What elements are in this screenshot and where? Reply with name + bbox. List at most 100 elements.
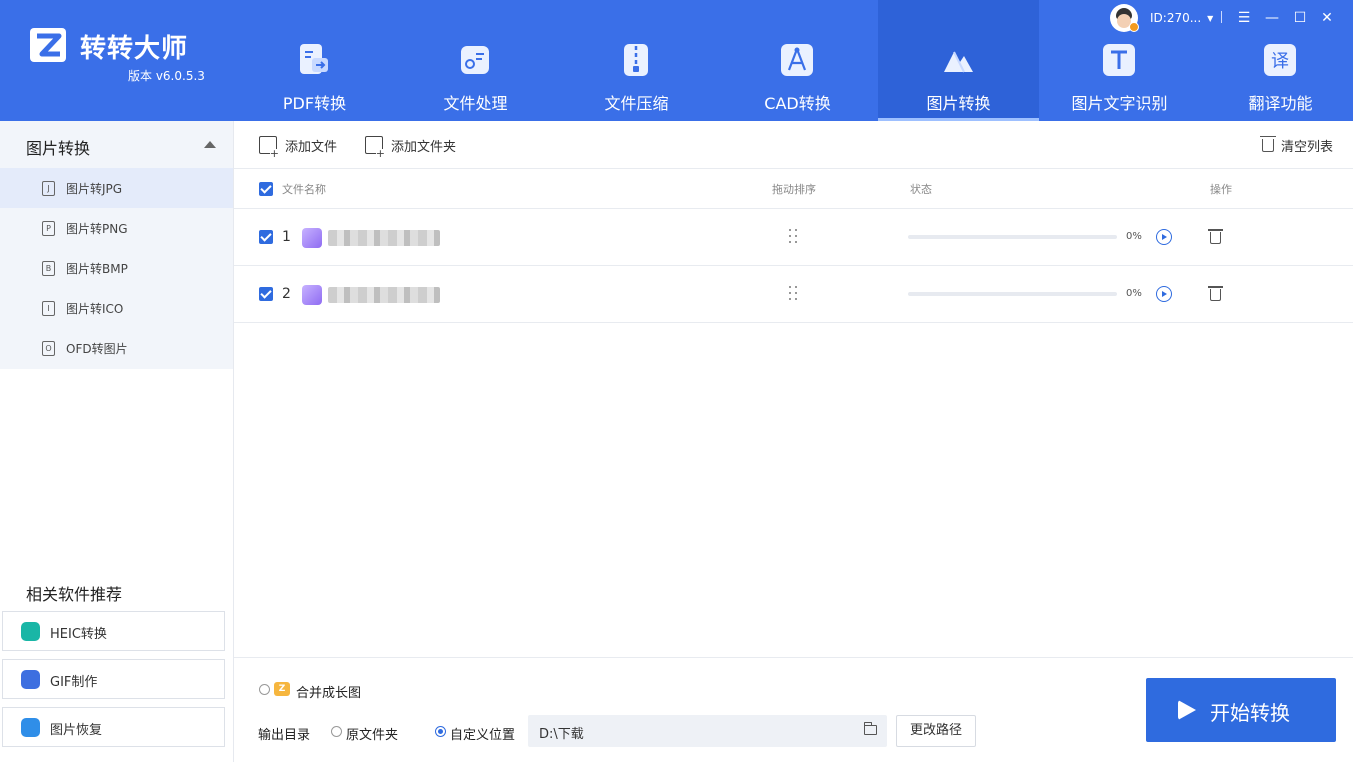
output-path-value: D:\下载 [539,727,584,742]
clear-list-label: 清空列表 [1281,139,1334,155]
chevron-up-icon[interactable] [204,141,216,148]
merge-long-image-radio[interactable] [259,684,270,695]
sidebar-item-image-to-png[interactable]: P 图片转PNG [0,208,233,248]
cad-convert-icon [781,44,813,76]
progress-percent: 0% [1126,288,1142,299]
merge-badge-icon: Z [274,682,290,696]
tab-label: 图片转换 [926,94,991,113]
change-path-button[interactable]: 更改路径 [896,715,976,747]
tab-pdf-convert[interactable]: PDF转换 [234,0,395,121]
tab-cad-convert[interactable]: CAD转换 [717,0,878,121]
clear-list-button[interactable]: 清空列表 [1260,135,1334,155]
add-folder-button[interactable]: 添加文件夹 [365,134,457,159]
folder-open-icon[interactable] [864,722,877,735]
merge-long-image-label: 合并成长图 [296,686,362,701]
divider [234,265,1353,266]
svg-text:译: 译 [1271,51,1289,72]
column-header-action: 操作 [1210,183,1232,196]
sidebar-item-image-to-bmp[interactable]: B 图片转BMP [0,248,233,288]
app-name: 转转大师 [80,34,189,64]
tab-label: 图片文字识别 [1071,94,1168,113]
add-folder-icon [365,136,385,159]
trash-icon [1260,135,1276,152]
delete-icon[interactable] [1208,286,1223,301]
chevron-down-icon[interactable]: ▼ [1207,14,1213,23]
play-icon[interactable] [1156,229,1172,245]
column-header-status: 状态 [910,183,932,196]
add-file-button[interactable]: 添加文件 [259,134,337,159]
recommend-label: HEIC转换 [50,627,107,642]
ico-file-icon: I [42,301,55,316]
ofd-file-icon: O [42,341,55,356]
output-dir-label: 输出目录 [258,728,311,743]
sidebar-group-title[interactable]: 图片转换 [26,135,90,159]
file-name-redacted [328,230,440,246]
start-convert-button[interactable]: 开始转换 [1146,678,1336,742]
original-folder-radio[interactable] [331,726,342,737]
custom-location-label: 自定义位置 [450,728,516,743]
play-icon [1178,700,1196,720]
start-convert-label: 开始转换 [1210,701,1290,725]
sidebar-item-ofd-to-image[interactable]: O OFD转图片 [0,328,233,368]
divider [234,657,1353,658]
image-file-icon [302,228,322,248]
maximize-icon[interactable]: ☐ [1291,8,1309,28]
progress-percent: 0% [1126,231,1142,242]
file-name-redacted [328,287,440,303]
logo-z-icon [30,28,66,62]
sidebar-group-image-convert: 图片转换 J 图片转JPG P 图片转PNG B 图片转BMP I 图片转ICO… [0,121,233,369]
app-version: 版本 v6.0.5.3 [128,69,205,83]
pdf-convert-icon [300,44,328,74]
column-header-name: 文件名称 [282,183,326,196]
progress-bar [908,292,1117,296]
heic-icon [21,622,40,641]
row-checkbox[interactable] [259,287,273,301]
menu-icon[interactable]: ☰ [1235,8,1253,28]
sidebar: 图片转换 J 图片转JPG P 图片转PNG B 图片转BMP I 图片转ICO… [0,121,234,762]
recommend-item-heic[interactable]: HEIC转换 [2,611,225,651]
sidebar-item-label: OFD转图片 [66,342,128,356]
png-file-icon: P [42,221,55,236]
image-convert-icon [944,51,973,73]
tab-label: 文件压缩 [604,94,669,113]
sidebar-item-label: 图片转JPG [66,182,123,196]
recommend-label: GIF制作 [50,675,98,690]
add-folder-label: 添加文件夹 [391,139,457,155]
add-file-icon [259,136,279,159]
recommend-title: 相关软件推荐 [26,585,123,604]
drag-handle-icon[interactable] [789,286,799,302]
close-icon[interactable]: ✕ [1318,8,1336,28]
file-compress-icon [624,44,648,76]
tab-label: 文件处理 [443,94,508,113]
user-id: ID:270... [1150,11,1202,25]
vip-badge-icon [1129,22,1139,32]
sidebar-item-label: 图片转PNG [66,222,128,236]
recommend-label: 图片恢复 [50,723,103,738]
tab-file-compress[interactable]: 文件压缩 [556,0,717,121]
sidebar-item-image-to-jpg[interactable]: J 图片转JPG [0,168,233,208]
delete-icon[interactable] [1208,229,1223,244]
user-menu[interactable]: ID:270... ▼ [1110,4,1213,32]
play-icon[interactable] [1156,286,1172,302]
translate-icon: 译 [1264,44,1296,76]
select-all-checkbox[interactable] [259,182,273,196]
sidebar-item-image-to-ico[interactable]: I 图片转ICO [0,288,233,328]
custom-location-radio[interactable] [435,726,446,737]
row-checkbox[interactable] [259,230,273,244]
file-process-icon [461,46,489,74]
minimize-icon[interactable]: — [1263,8,1281,28]
row-index: 1 [282,229,291,245]
recommend-item-photo-recovery[interactable]: 图片恢复 [2,707,225,747]
divider [234,208,1353,209]
drag-handle-icon[interactable] [789,229,799,245]
row-index: 2 [282,286,291,302]
tab-file-process[interactable]: 文件处理 [395,0,556,121]
tab-image-convert[interactable]: 图片转换 [878,0,1039,121]
original-folder-label: 原文件夹 [346,728,399,743]
app-logo: 转转大师 版本 v6.0.5.3 [28,24,205,83]
output-path-field[interactable]: D:\下载 [528,715,887,747]
bmp-file-icon: B [42,261,55,276]
recommend-item-gif[interactable]: GIF制作 [2,659,225,699]
app-header: 转转大师 版本 v6.0.5.3 PDF转换 文件处理 文件压缩 CAD转换 图… [0,0,1353,121]
image-file-icon [302,285,322,305]
